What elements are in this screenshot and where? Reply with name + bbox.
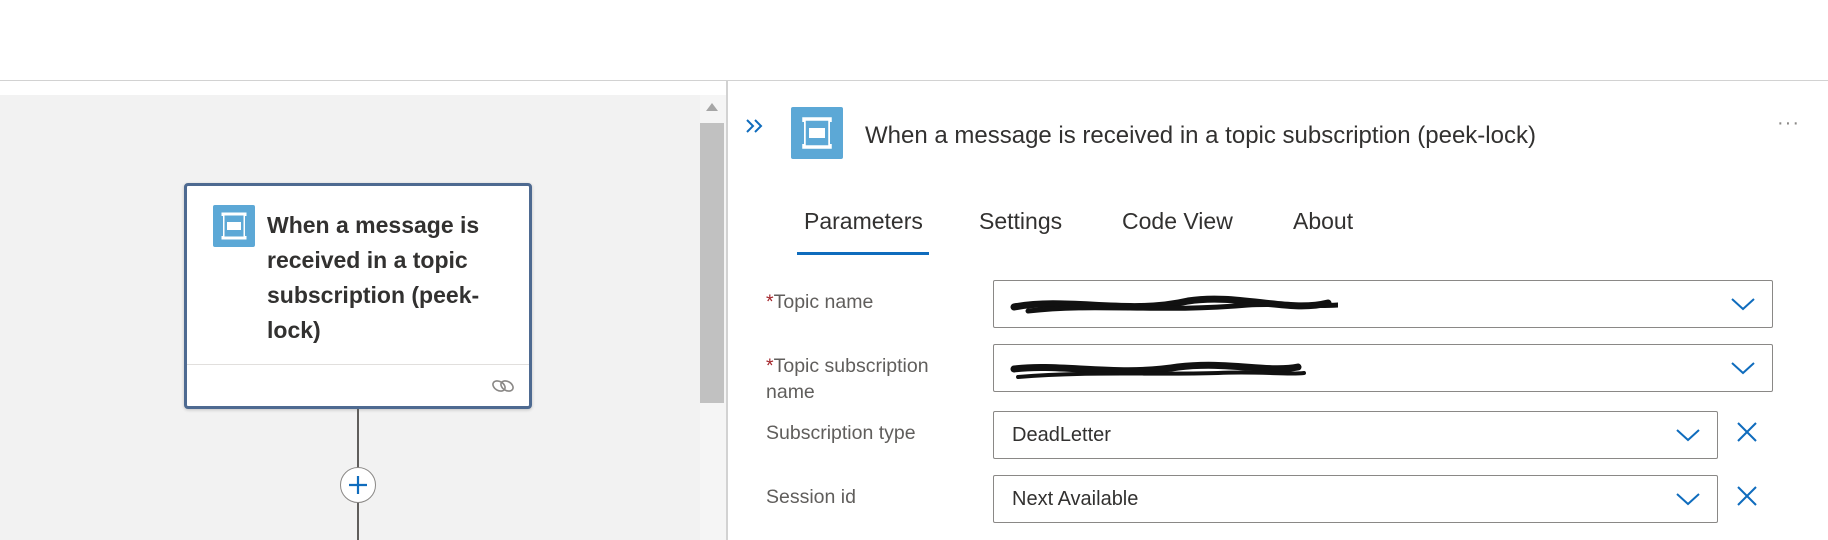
clear-x-icon[interactable] [1734,419,1760,445]
subscription-type-value: DeadLetter [1012,424,1111,446]
redaction-scribble [1010,361,1306,379]
required-marker: * [766,355,774,377]
panel-divider [726,80,728,540]
topic-name-label: *Topic name [766,291,874,313]
trigger-card[interactable]: When a message is received in a topic su… [184,183,532,409]
topic-name-dropdown[interactable] [993,280,1773,328]
redaction-scribble [1010,295,1338,314]
tab-parameters[interactable]: Parameters [804,208,923,235]
top-bar [0,0,1828,81]
trigger-card-title: When a message is received in a topic su… [267,212,480,343]
service-bus-icon [213,205,255,247]
scrollbar-thumb[interactable] [700,123,724,403]
chevron-down-icon[interactable] [1730,360,1756,376]
subscription-type-dropdown[interactable]: DeadLetter [993,411,1718,459]
plus-icon [349,476,367,494]
more-options-button[interactable]: ··· [1777,112,1800,135]
panel-title: When a message is received in a topic su… [865,122,1536,149]
tab-about[interactable]: About [1293,208,1353,235]
canvas-scrollbar[interactable] [700,95,726,540]
add-step-button[interactable] [340,467,376,503]
active-tab-indicator [797,252,929,255]
link-icon[interactable] [491,378,515,394]
service-bus-icon [791,107,843,159]
tab-settings[interactable]: Settings [979,208,1062,235]
session-id-value: Next Available [1012,488,1139,510]
topic-subscription-dropdown[interactable] [993,344,1773,392]
subscription-type-label: Subscription type [766,422,916,444]
session-id-dropdown[interactable]: Next Available [993,475,1718,523]
required-marker: * [766,291,774,313]
scroll-up-arrow-icon[interactable] [706,103,718,111]
topic-subscription-name-label: *Topic subscription name [766,355,929,403]
chevron-down-icon[interactable] [1675,491,1701,507]
session-id-label: Session id [766,486,856,508]
tab-code-view[interactable]: Code View [1122,208,1233,235]
clear-x-icon[interactable] [1734,483,1760,509]
double-chevron-right-icon[interactable] [744,117,766,135]
chevron-down-icon[interactable] [1675,427,1701,443]
card-divider [187,364,529,365]
chevron-down-icon[interactable] [1730,296,1756,312]
